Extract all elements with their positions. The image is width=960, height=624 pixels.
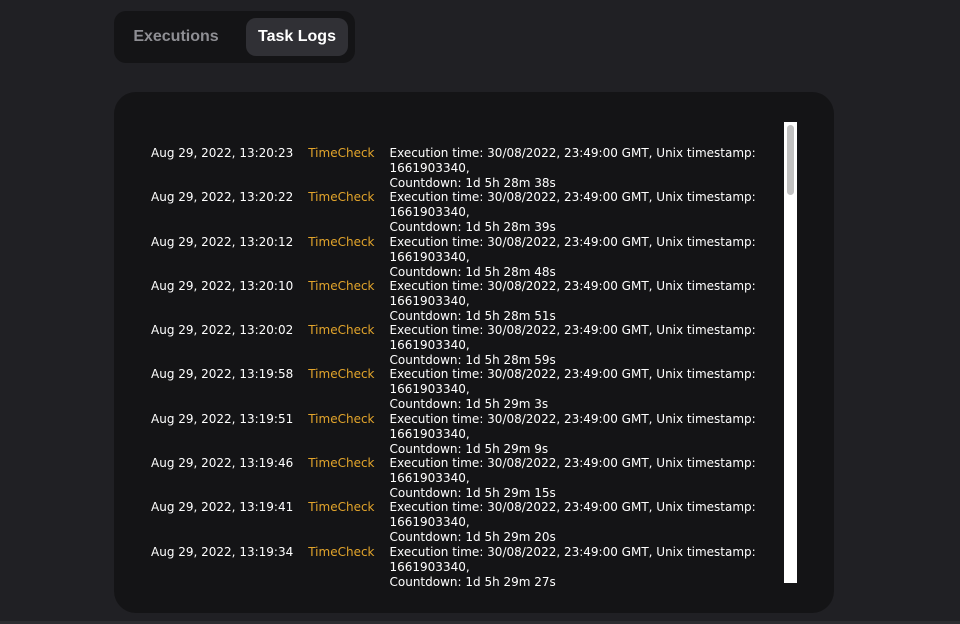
- log-message: Execution time: 30/08/2022, 23:49:00 GMT…: [389, 146, 756, 190]
- log-task-name: TimeCheck: [308, 190, 375, 205]
- log-message: Execution time: 30/08/2022, 23:49:00 GMT…: [389, 544, 756, 589]
- log-date: Aug 29, 2022, 13:20:22: [151, 190, 294, 205]
- log-row: Aug 29, 2022, 13:20:02 TimeCheck Executi…: [151, 323, 781, 367]
- log-date: Aug 29, 2022, 13:20:23: [151, 146, 294, 160]
- log-date: Aug 29, 2022, 13:19:46: [151, 456, 294, 471]
- log-message: Execution time: 30/08/2022, 23:49:00 GMT…: [389, 500, 756, 545]
- task-logs-panel: Aug 29, 2022, 13:20:23 TimeCheck Executi…: [114, 92, 834, 613]
- log-row: Aug 29, 2022, 13:20:22 TimeCheck Executi…: [151, 190, 781, 234]
- log-row: Aug 29, 2022, 13:19:46 TimeCheck Executi…: [151, 456, 781, 500]
- log-message: Execution time: 30/08/2022, 23:49:00 GMT…: [389, 190, 756, 235]
- log-date: Aug 29, 2022, 13:19:41: [151, 500, 294, 515]
- log-message: Execution time: 30/08/2022, 23:49:00 GMT…: [389, 411, 756, 456]
- log-row: Aug 29, 2022, 13:19:41 TimeCheck Executi…: [151, 500, 781, 544]
- log-date: Aug 29, 2022, 13:19:34: [151, 544, 294, 559]
- log-date: Aug 29, 2022, 13:19:51: [151, 411, 294, 426]
- log-list: Aug 29, 2022, 13:20:23 TimeCheck Executi…: [151, 146, 781, 589]
- log-task-name: TimeCheck: [308, 278, 375, 293]
- view-tabs: Executions Task Logs: [114, 11, 355, 63]
- log-task-name: TimeCheck: [308, 323, 375, 338]
- log-message: Execution time: 30/08/2022, 23:49:00 GMT…: [389, 323, 756, 368]
- log-task-name: TimeCheck: [308, 544, 375, 559]
- log-date: Aug 29, 2022, 13:20:12: [151, 234, 294, 249]
- log-row: Aug 29, 2022, 13:20:10 TimeCheck Executi…: [151, 279, 781, 323]
- log-task-name: TimeCheck: [308, 456, 375, 471]
- log-task-name: TimeCheck: [308, 146, 375, 160]
- log-date: Aug 29, 2022, 13:20:02: [151, 323, 294, 338]
- log-scrollbar[interactable]: [784, 122, 797, 583]
- log-row: Aug 29, 2022, 13:19:34 TimeCheck Executi…: [151, 545, 781, 589]
- log-message: Execution time: 30/08/2022, 23:49:00 GMT…: [389, 234, 756, 279]
- log-row: Aug 29, 2022, 13:20:23 TimeCheck Executi…: [151, 146, 781, 190]
- log-task-name: TimeCheck: [308, 367, 375, 382]
- log-message: Execution time: 30/08/2022, 23:49:00 GMT…: [389, 278, 756, 323]
- scrollbar-thumb[interactable]: [787, 125, 794, 195]
- log-task-name: TimeCheck: [308, 234, 375, 249]
- tab-executions[interactable]: Executions: [122, 18, 230, 56]
- log-date: Aug 29, 2022, 13:20:10: [151, 278, 294, 293]
- tab-task-logs[interactable]: Task Logs: [246, 18, 348, 56]
- log-row: Aug 29, 2022, 13:19:58 TimeCheck Executi…: [151, 367, 781, 411]
- log-task-name: TimeCheck: [308, 411, 375, 426]
- log-row: Aug 29, 2022, 13:19:51 TimeCheck Executi…: [151, 412, 781, 456]
- log-date: Aug 29, 2022, 13:19:58: [151, 367, 294, 382]
- log-row: Aug 29, 2022, 13:20:12 TimeCheck Executi…: [151, 235, 781, 279]
- log-task-name: TimeCheck: [308, 500, 375, 515]
- log-message: Execution time: 30/08/2022, 23:49:00 GMT…: [389, 367, 756, 412]
- log-message: Execution time: 30/08/2022, 23:49:00 GMT…: [389, 456, 756, 501]
